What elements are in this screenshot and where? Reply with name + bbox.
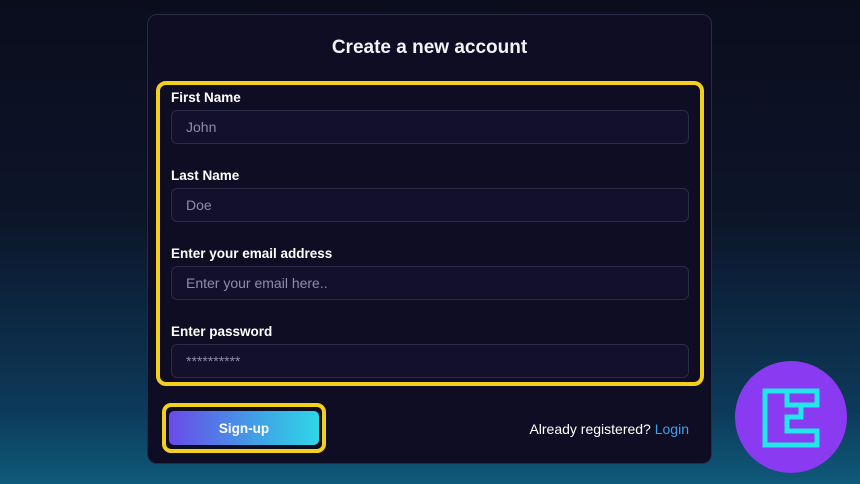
password-input[interactable] [171, 344, 689, 378]
login-prompt: Already registered? Login [529, 421, 689, 437]
email-label: Enter your email address [171, 246, 333, 261]
signup-card: Create a new account First Name Last Nam… [147, 14, 712, 464]
first-name-label: First Name [171, 90, 241, 105]
already-registered-text: Already registered? [529, 421, 651, 437]
brand-badge [735, 361, 847, 473]
password-label: Enter password [171, 324, 273, 339]
email-input[interactable] [171, 266, 689, 300]
last-name-label: Last Name [171, 168, 240, 183]
first-name-input[interactable] [171, 110, 689, 144]
signup-button[interactable]: Sign-up [169, 411, 319, 445]
tradingfinder-logo-icon [762, 388, 820, 448]
last-name-input[interactable] [171, 188, 689, 222]
login-link[interactable]: Login [655, 421, 689, 437]
page-title: Create a new account [331, 37, 528, 58]
